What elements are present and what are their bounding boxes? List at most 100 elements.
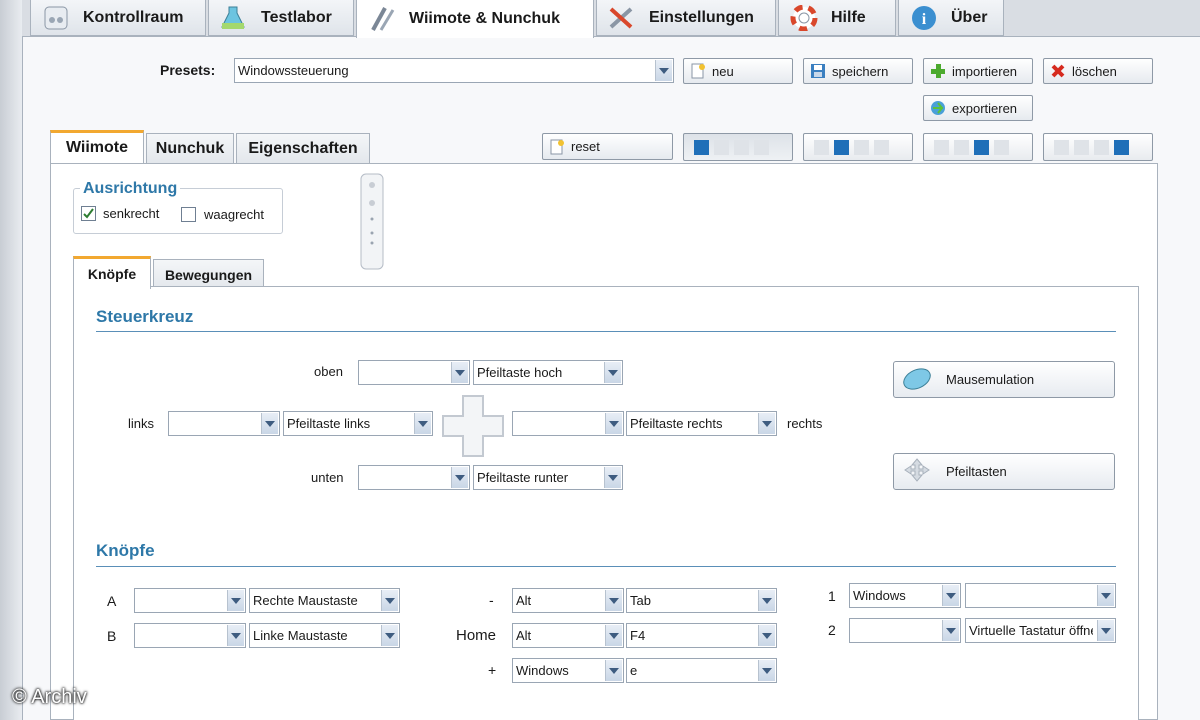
button-one-modifier-select[interactable]: Windows	[849, 583, 961, 608]
tab-label: Nunchuk	[155, 139, 225, 157]
select-value: Alt	[516, 628, 532, 643]
dpad-up-key-select[interactable]: Pfeiltaste hoch	[473, 360, 623, 385]
led-indicator	[1054, 139, 1069, 155]
chevron-down-icon[interactable]	[758, 413, 775, 434]
led-button-3[interactable]	[923, 133, 1033, 161]
chevron-down-icon[interactable]	[758, 590, 775, 611]
tab-hilfe[interactable]: Hilfe	[778, 0, 896, 36]
chevron-down-icon[interactable]	[414, 413, 431, 434]
tab-kontrollraum[interactable]: Kontrollraum	[30, 0, 206, 36]
chevron-down-icon[interactable]	[227, 590, 244, 611]
chevron-down-icon[interactable]	[655, 60, 672, 81]
dpad-down-key-select[interactable]: Pfeiltaste runter	[473, 465, 623, 490]
led-button-2[interactable]	[803, 133, 913, 161]
chevron-down-icon[interactable]	[942, 585, 959, 606]
button-home-modifier-select[interactable]: Alt	[512, 623, 624, 648]
led-indicator	[994, 139, 1009, 155]
button-plus-modifier-select[interactable]: Windows	[512, 658, 624, 683]
button-home-key-select[interactable]: F4	[626, 623, 777, 648]
dpad-down-modifier-select[interactable]	[358, 465, 470, 490]
chevron-down-icon[interactable]	[605, 660, 622, 681]
info-icon: i	[909, 5, 939, 31]
tab-testlabor[interactable]: Testlabor	[208, 0, 354, 36]
tab-knoepfe[interactable]: Knöpfe	[73, 256, 151, 289]
chevron-down-icon[interactable]	[604, 362, 621, 383]
select-value: Tab	[630, 593, 651, 608]
button-plus-key-select[interactable]: e	[626, 658, 777, 683]
led-button-1[interactable]	[683, 133, 793, 161]
tab-wiimote-nunchuk[interactable]: Wiimote & Nunchuk	[356, 0, 594, 38]
button-minus-label: -	[489, 592, 494, 608]
button-home-label: Home	[456, 627, 497, 644]
tab-wiimote[interactable]: Wiimote	[50, 130, 144, 163]
led-indicator	[834, 139, 849, 155]
chevron-down-icon[interactable]	[604, 467, 621, 488]
wiimote-image	[360, 173, 384, 270]
button-b-modifier-select[interactable]	[134, 623, 246, 648]
dpad-up-modifier-select[interactable]	[358, 360, 470, 385]
tab-label: Testlabor	[261, 8, 332, 26]
chevron-down-icon[interactable]	[451, 362, 468, 383]
vertical-checkbox[interactable]	[81, 206, 96, 221]
mouse-emulation-button[interactable]: Mausemulation	[893, 361, 1115, 398]
dpad-right-key-select[interactable]: Pfeiltaste rechts	[626, 411, 777, 436]
import-preset-button[interactable]: importieren	[923, 58, 1033, 84]
button-two-modifier-select[interactable]	[849, 618, 961, 643]
tab-eigenschaften[interactable]: Eigenschaften	[236, 133, 370, 163]
tab-einstellungen[interactable]: Einstellungen	[596, 0, 776, 36]
chevron-down-icon[interactable]	[942, 620, 959, 641]
tab-nunchuk[interactable]: Nunchuk	[146, 133, 234, 163]
mouse-icon	[900, 365, 934, 394]
chevron-down-icon[interactable]	[451, 467, 468, 488]
chevron-down-icon[interactable]	[605, 413, 622, 434]
dpad-left-label: links	[128, 416, 155, 431]
chevron-down-icon[interactable]	[758, 660, 775, 681]
chevron-down-icon[interactable]	[1097, 620, 1114, 641]
save-preset-button[interactable]: speichern	[803, 58, 913, 84]
chevron-down-icon[interactable]	[381, 590, 398, 611]
led-indicator	[714, 139, 729, 155]
chevron-down-icon[interactable]	[381, 625, 398, 646]
presets-select[interactable]: Windowssteuerung	[234, 58, 674, 83]
led-button-4[interactable]	[1043, 133, 1153, 161]
tab-label: Eigenschaften	[248, 139, 358, 157]
chevron-down-icon[interactable]	[261, 413, 278, 434]
chevron-down-icon[interactable]	[227, 625, 244, 646]
tab-label: Bewegungen	[164, 266, 253, 283]
led-indicator	[754, 139, 769, 155]
dpad-right-modifier-select[interactable]	[512, 411, 624, 436]
button-one-key-select[interactable]	[965, 583, 1116, 608]
window-left-edge	[0, 0, 22, 720]
arrow-keys-button[interactable]: Pfeiltasten	[893, 453, 1115, 490]
chevron-down-icon[interactable]	[758, 625, 775, 646]
button-minus-modifier-select[interactable]: Alt	[512, 588, 624, 613]
dpad-left-key-select[interactable]: Pfeiltaste links	[283, 411, 433, 436]
select-value: Windows	[516, 663, 569, 678]
button-a-key-select[interactable]: Rechte Maustaste	[249, 588, 400, 613]
horizontal-checkbox[interactable]	[181, 207, 196, 222]
dpad-left-modifier-select[interactable]	[168, 411, 280, 436]
tab-bewegungen[interactable]: Bewegungen	[153, 259, 264, 289]
new-preset-button[interactable]: neu	[683, 58, 793, 84]
horizontal-label: waagrecht	[204, 207, 264, 222]
tab-ueber[interactable]: i Über	[898, 0, 1004, 36]
chevron-down-icon[interactable]	[1097, 585, 1114, 606]
button-b-key-select[interactable]: Linke Maustaste	[249, 623, 400, 648]
select-value: Alt	[516, 593, 532, 608]
divider	[96, 566, 1116, 567]
chevron-down-icon[interactable]	[605, 625, 622, 646]
button-two-key-select[interactable]: Virtuelle Tastatur öffnen	[965, 618, 1116, 643]
button-minus-key-select[interactable]: Tab	[626, 588, 777, 613]
lab-icon	[219, 5, 249, 31]
chevron-down-icon[interactable]	[605, 590, 622, 611]
led-indicator	[954, 139, 969, 155]
export-preset-button[interactable]: exportieren	[923, 95, 1033, 121]
led-indicator	[1094, 139, 1109, 155]
button-two-label: 2	[828, 622, 836, 638]
delete-preset-button[interactable]: löschen	[1043, 58, 1153, 84]
reset-button[interactable]: reset	[542, 133, 673, 160]
button-a-modifier-select[interactable]	[134, 588, 246, 613]
led-indicator	[874, 139, 889, 155]
dpad-right-label: rechts	[787, 416, 823, 431]
vertical-label: senkrecht	[103, 206, 160, 221]
